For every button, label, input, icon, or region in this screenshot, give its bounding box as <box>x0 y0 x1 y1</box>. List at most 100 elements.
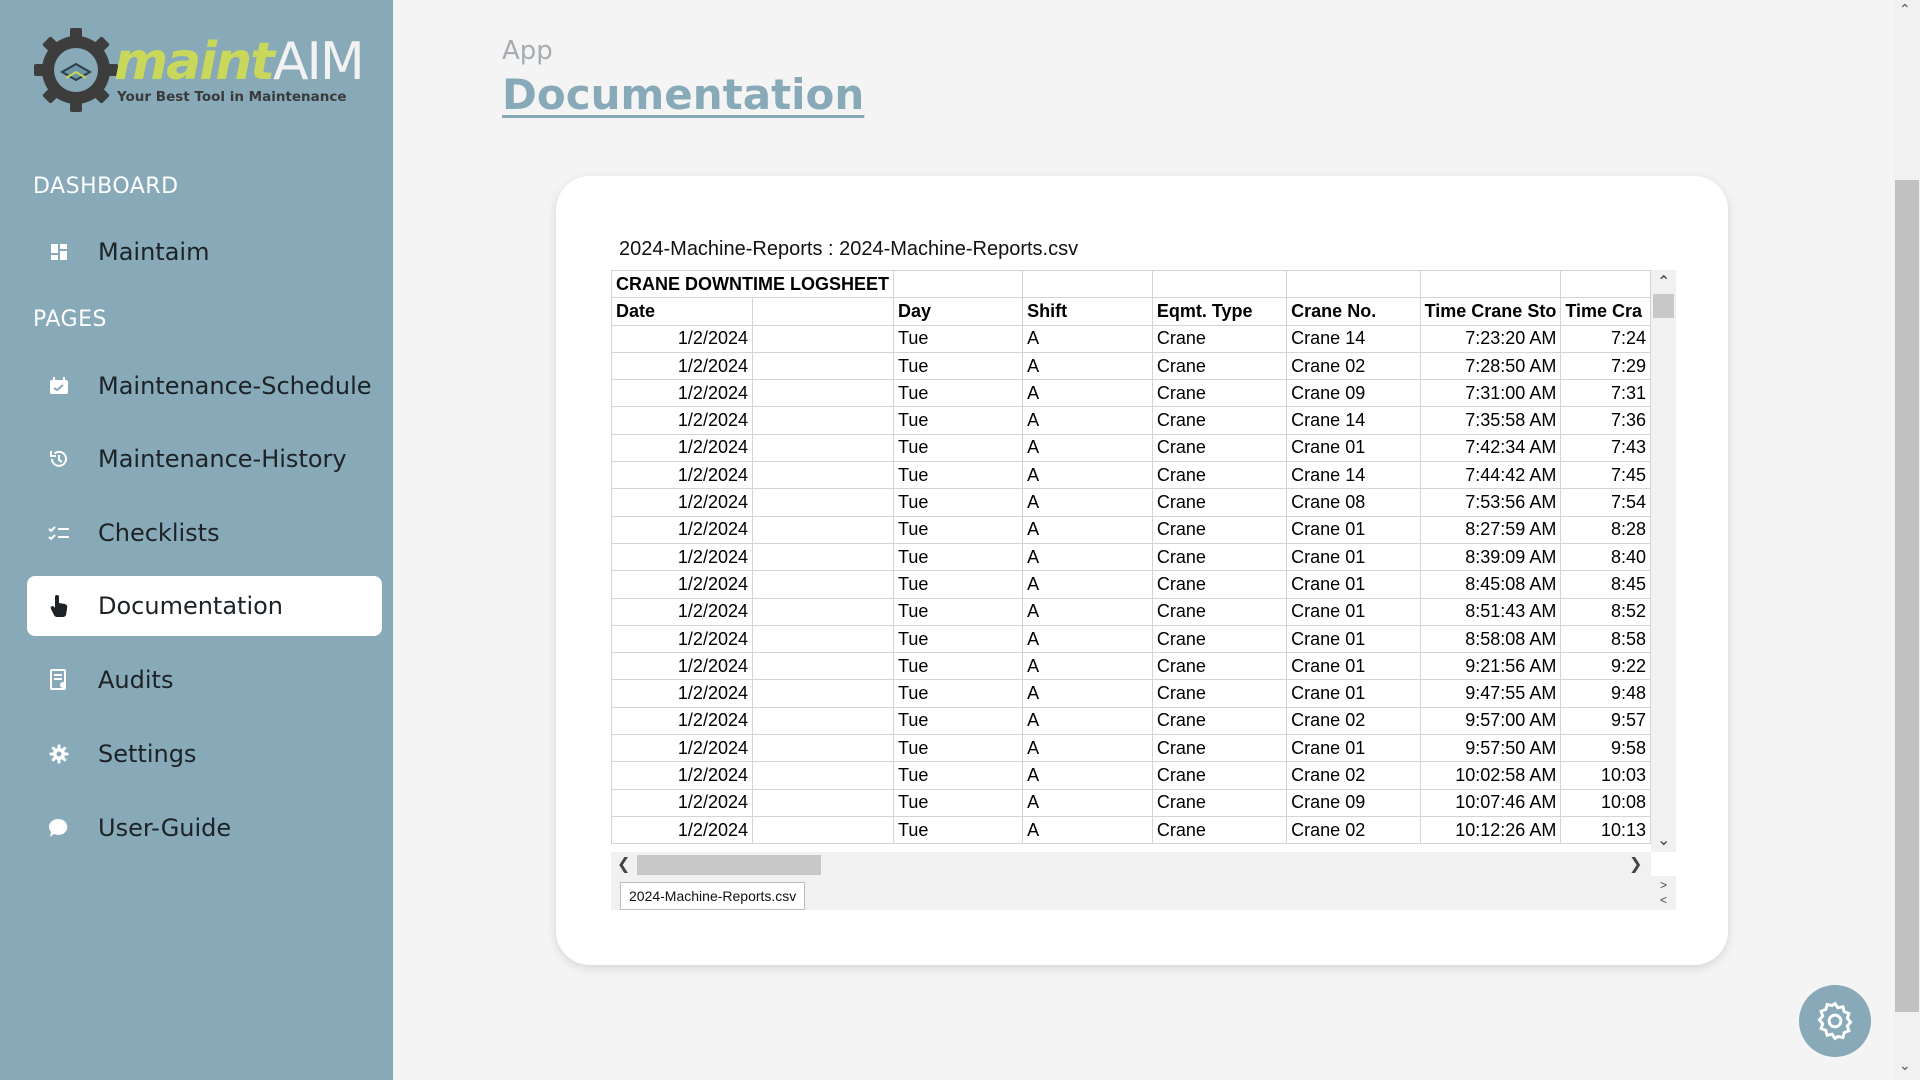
table-cell[interactable] <box>752 570 894 599</box>
table-cell[interactable]: 1/2/2024 <box>611 542 753 572</box>
table-cell[interactable] <box>752 679 894 708</box>
table-cell[interactable]: 1/2/2024 <box>611 706 753 736</box>
table-cell[interactable]: Crane 02 <box>1286 815 1421 845</box>
table-cell[interactable] <box>752 351 894 381</box>
table-cell[interactable]: Crane 01 <box>1286 734 1421 763</box>
table-cell[interactable]: 7:42:34 AM <box>1419 433 1562 463</box>
sheet-tab[interactable]: 2024-Machine-Reports.csv <box>620 882 806 910</box>
table-cell[interactable] <box>752 406 894 435</box>
table-cell[interactable] <box>752 542 894 572</box>
table-cell[interactable]: 9:48 <box>1560 679 1651 708</box>
table-cell[interactable]: 7:29 <box>1560 351 1651 381</box>
table-cell[interactable]: A <box>1022 815 1153 845</box>
table-cell[interactable]: 9:57:00 AM <box>1419 706 1562 736</box>
table-cell[interactable]: Tue <box>892 815 1024 845</box>
brand-logo[interactable]: maintAIM Your Best Tool in Maintenance <box>32 26 365 118</box>
table-cell[interactable]: 7:54 <box>1560 488 1651 517</box>
table-cell[interactable]: A <box>1022 734 1153 763</box>
table-cell[interactable] <box>752 815 894 845</box>
scroll-up-icon[interactable]: ⌃ <box>1657 274 1670 290</box>
table-cell[interactable]: Tue <box>892 324 1024 353</box>
table-cell[interactable]: Crane <box>1151 706 1288 736</box>
table-cell[interactable]: Crane <box>1151 351 1288 381</box>
table-cell[interactable]: 1/2/2024 <box>611 652 753 681</box>
table-cell[interactable]: 1/2/2024 <box>611 351 753 381</box>
table-cell[interactable]: A <box>1022 570 1153 599</box>
page-scroll-thumb[interactable] <box>1895 180 1919 1012</box>
table-cell[interactable]: Crane 02 <box>1286 761 1421 790</box>
vertical-scrollbar[interactable]: ⌃ ⌄ <box>1651 270 1676 852</box>
table-cell[interactable]: 7:28:50 AM <box>1419 351 1562 381</box>
table-cell[interactable]: A <box>1022 379 1153 408</box>
table-cell[interactable]: 8:58 <box>1560 624 1651 654</box>
sidebar-item-checklists[interactable]: Checklists <box>27 503 382 563</box>
table-cell[interactable]: 7:43 <box>1560 433 1651 463</box>
scroll-right-icon[interactable]: ❯ <box>1629 856 1642 872</box>
table-cell[interactable]: A <box>1022 406 1153 435</box>
table-cell[interactable]: 8:39:09 AM <box>1419 542 1562 572</box>
table-cell[interactable]: 1/2/2024 <box>611 461 753 490</box>
floating-settings-button[interactable] <box>1799 985 1871 1057</box>
table-cell[interactable]: Crane 02 <box>1286 351 1421 381</box>
table-cell[interactable]: Crane 01 <box>1286 515 1421 544</box>
table-cell[interactable]: Crane <box>1151 815 1288 845</box>
table-cell[interactable]: Crane 02 <box>1286 706 1421 736</box>
table-cell[interactable]: A <box>1022 433 1153 463</box>
sidebar-item-settings[interactable]: Settings <box>27 724 382 784</box>
sidebar-item-maintenance-history[interactable]: Maintenance-History <box>27 429 382 489</box>
sidebar-item-audits[interactable]: Audits <box>27 650 382 710</box>
horizontal-scroll-thumb[interactable] <box>637 855 821 875</box>
table-cell[interactable]: Crane 01 <box>1286 679 1421 708</box>
table-cell[interactable]: Tue <box>892 788 1024 817</box>
table-cell[interactable]: Crane 14 <box>1286 406 1421 435</box>
table-cell[interactable]: Crane <box>1151 542 1288 572</box>
table-cell[interactable]: 1/2/2024 <box>611 597 753 626</box>
table-cell[interactable] <box>752 379 894 408</box>
column-header[interactable]: Day <box>892 297 1024 326</box>
table-cell[interactable]: A <box>1022 542 1153 572</box>
table-cell[interactable]: Crane 01 <box>1286 570 1421 599</box>
table-cell[interactable] <box>752 761 894 790</box>
table-cell[interactable]: 9:58 <box>1560 734 1651 763</box>
table-cell[interactable]: 8:27:59 AM <box>1419 515 1562 544</box>
table-cell[interactable]: Crane <box>1151 515 1288 544</box>
table-cell[interactable]: 10:03 <box>1560 761 1651 790</box>
table-cell[interactable]: Crane 08 <box>1286 488 1421 517</box>
table-cell[interactable]: 10:13 <box>1560 815 1651 845</box>
table-cell[interactable]: 8:45 <box>1560 570 1651 599</box>
table-cell[interactable]: 7:35:58 AM <box>1419 406 1562 435</box>
table-cell[interactable]: Crane 01 <box>1286 597 1421 626</box>
column-header[interactable]: Date <box>611 297 753 326</box>
table-cell[interactable]: 8:51:43 AM <box>1419 597 1562 626</box>
page-scroll-down-icon[interactable]: ⌄ <box>1899 1058 1911 1074</box>
column-header[interactable] <box>752 297 894 326</box>
table-cell[interactable]: 1/2/2024 <box>611 679 753 708</box>
table-cell[interactable]: Tue <box>892 515 1024 544</box>
table-cell[interactable]: 8:58:08 AM <box>1419 624 1562 654</box>
table-cell[interactable] <box>752 734 894 763</box>
table-cell[interactable]: Crane <box>1151 488 1288 517</box>
table-cell[interactable]: Tue <box>892 488 1024 517</box>
table-cell[interactable]: 7:23:20 AM <box>1419 324 1562 353</box>
table-cell[interactable]: Tue <box>892 542 1024 572</box>
table-cell[interactable]: 9:57:50 AM <box>1419 734 1562 763</box>
table-cell[interactable]: 8:45:08 AM <box>1419 570 1562 599</box>
table-cell[interactable]: 9:21:56 AM <box>1419 652 1562 681</box>
table-cell[interactable]: Crane 14 <box>1286 461 1421 490</box>
table-cell[interactable]: Tue <box>892 406 1024 435</box>
table-cell[interactable] <box>752 433 894 463</box>
table-cell[interactable]: 1/2/2024 <box>611 488 753 517</box>
table-cell[interactable] <box>752 488 894 517</box>
table-cell[interactable]: 7:24 <box>1560 324 1651 353</box>
column-header[interactable]: Time Crane Sto <box>1419 297 1562 326</box>
table-cell[interactable]: A <box>1022 324 1153 353</box>
sidebar-item-maintaim[interactable]: Maintaim <box>27 222 382 282</box>
page-title[interactable]: Documentation <box>502 70 864 119</box>
table-cell[interactable] <box>752 597 894 626</box>
table-cell[interactable]: 7:31 <box>1560 379 1651 408</box>
table-cell[interactable]: 1/2/2024 <box>611 815 753 845</box>
table-cell[interactable]: 1/2/2024 <box>611 570 753 599</box>
table-cell[interactable]: 7:53:56 AM <box>1419 488 1562 517</box>
table-cell[interactable]: 7:36 <box>1560 406 1651 435</box>
table-cell[interactable] <box>752 515 894 544</box>
